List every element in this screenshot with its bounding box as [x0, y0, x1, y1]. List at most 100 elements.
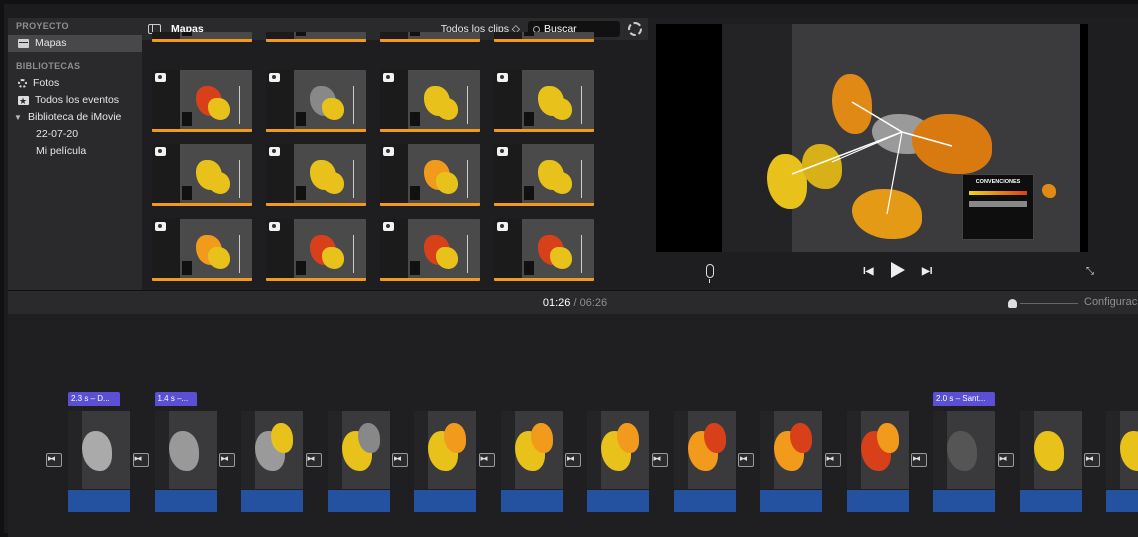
browser-clip[interactable]	[380, 70, 480, 132]
map-region	[550, 172, 572, 194]
browser-clip[interactable]	[494, 70, 594, 132]
video-preview[interactable]: CONVENCIONES	[656, 24, 1088, 252]
transition-icon[interactable]	[911, 453, 927, 467]
audio-track[interactable]	[500, 490, 563, 512]
timeline-clip[interactable]	[1019, 411, 1082, 512]
clip-thumbnail	[933, 411, 995, 489]
map-legend	[524, 112, 534, 126]
clip-thumbnail	[846, 411, 909, 489]
clip-thumbnail	[673, 411, 736, 489]
settings-button[interactable]: Configuració	[1084, 296, 1138, 308]
transition-icon[interactable]	[478, 453, 495, 467]
browser-clip[interactable]	[494, 219, 594, 281]
sea-area	[241, 411, 255, 489]
audio-track[interactable]	[327, 490, 390, 512]
audio-track[interactable]	[933, 490, 995, 512]
timeline-clip[interactable]	[500, 411, 563, 512]
clip-thumbnail	[154, 411, 217, 489]
sidebar-item-event[interactable]: 22-07-20	[8, 126, 142, 143]
map-region	[947, 431, 977, 471]
timeline-clip[interactable]	[414, 411, 476, 512]
map-region	[208, 247, 230, 269]
transition-icon[interactable]	[392, 453, 408, 467]
browser-clip[interactable]	[494, 32, 594, 42]
sea-area	[154, 411, 169, 489]
timeline-clip[interactable]	[673, 411, 736, 512]
timeline-clip[interactable]	[68, 411, 130, 512]
sidebar-item-label: Mapas	[35, 37, 67, 49]
audio-track[interactable]	[241, 490, 303, 512]
browser-clip[interactable]	[380, 219, 480, 281]
sea-area	[414, 411, 428, 489]
transition-icon[interactable]	[305, 453, 322, 467]
title-clip[interactable]: 2.3 s – D...	[68, 392, 120, 406]
scale-bar	[467, 235, 468, 273]
clip-thumbnail	[1106, 411, 1138, 489]
sidebar-item-mapas[interactable]: Mapas	[8, 35, 142, 52]
browser-clip[interactable]	[152, 219, 252, 281]
disclosure-triangle-icon[interactable]: ▼	[14, 109, 22, 126]
skip-back-icon[interactable]: I◀	[863, 266, 873, 277]
audio-track[interactable]	[68, 490, 130, 512]
audio-track[interactable]	[1019, 490, 1082, 512]
timeline-clip[interactable]	[1106, 411, 1138, 512]
timeline-clip[interactable]	[327, 411, 390, 512]
clip-thumbnail	[500, 411, 563, 489]
play-button[interactable]	[891, 262, 905, 278]
sidebar-item-movie[interactable]: Mi película	[8, 143, 142, 160]
audio-track[interactable]	[154, 490, 217, 512]
browser-clip[interactable]	[266, 70, 366, 132]
title-clip[interactable]: 2.0 s – Sant...	[933, 392, 995, 406]
gear-icon[interactable]	[628, 22, 642, 36]
clip-used-bar	[266, 203, 366, 206]
timeline-clip[interactable]	[933, 411, 995, 512]
sea-area	[760, 411, 774, 489]
timeline-clip[interactable]	[241, 411, 303, 512]
browser-clip[interactable]	[266, 144, 366, 206]
audio-track[interactable]	[587, 490, 649, 512]
transition-icon[interactable]	[997, 453, 1014, 467]
timeline-clip[interactable]	[587, 411, 649, 512]
browser-clip[interactable]	[152, 32, 252, 42]
transition-icon[interactable]	[824, 453, 841, 467]
zoom-slider-knob[interactable]	[1008, 299, 1017, 308]
clip-thumbnail	[68, 411, 130, 489]
timeline-clip[interactable]	[154, 411, 217, 512]
transition-icon[interactable]	[738, 453, 754, 467]
audio-track[interactable]	[846, 490, 909, 512]
browser-clip[interactable]	[152, 144, 252, 206]
timeline-clip[interactable]	[760, 411, 822, 512]
browser-clip[interactable]	[152, 70, 252, 132]
transition-icon[interactable]	[1084, 453, 1100, 467]
microphone-icon[interactable]	[706, 264, 714, 283]
transition-icon[interactable]	[46, 453, 62, 467]
browser-clip[interactable]	[266, 219, 366, 281]
audio-track[interactable]	[673, 490, 736, 512]
audio-track[interactable]	[760, 490, 822, 512]
sidebar-item-fotos[interactable]: Fotos	[8, 75, 142, 92]
browser-clip[interactable]	[380, 32, 480, 42]
sidebar-item-todos-los-eventos[interactable]: Todos los eventos	[8, 92, 142, 110]
zoom-slider-track[interactable]	[1020, 303, 1078, 304]
map-region	[790, 423, 812, 453]
browser-clip[interactable]	[494, 144, 594, 206]
transition-icon[interactable]	[132, 453, 149, 467]
sea-area	[68, 411, 82, 489]
timeline-clip[interactable]	[846, 411, 909, 512]
browser-clip[interactable]	[266, 32, 366, 42]
transition-icon[interactable]	[651, 453, 668, 467]
skip-forward-icon[interactable]: ▶I	[922, 266, 932, 277]
audio-track[interactable]	[1106, 490, 1138, 512]
clip-thumbnail	[414, 411, 476, 489]
title-clip[interactable]: 1.4 s –...	[154, 392, 197, 406]
fullscreen-icon[interactable]: ⤡	[1086, 266, 1094, 277]
scale-bar	[239, 235, 240, 273]
map-region	[1033, 431, 1064, 471]
browser-clip[interactable]	[380, 144, 480, 206]
transition-icon[interactable]	[565, 453, 581, 467]
transition-icon[interactable]	[219, 453, 235, 467]
sidebar-item-library[interactable]: ▼ Biblioteca de iMovie	[8, 109, 142, 126]
scale-bar	[239, 86, 240, 124]
sea-area	[500, 411, 515, 489]
audio-track[interactable]	[414, 490, 476, 512]
